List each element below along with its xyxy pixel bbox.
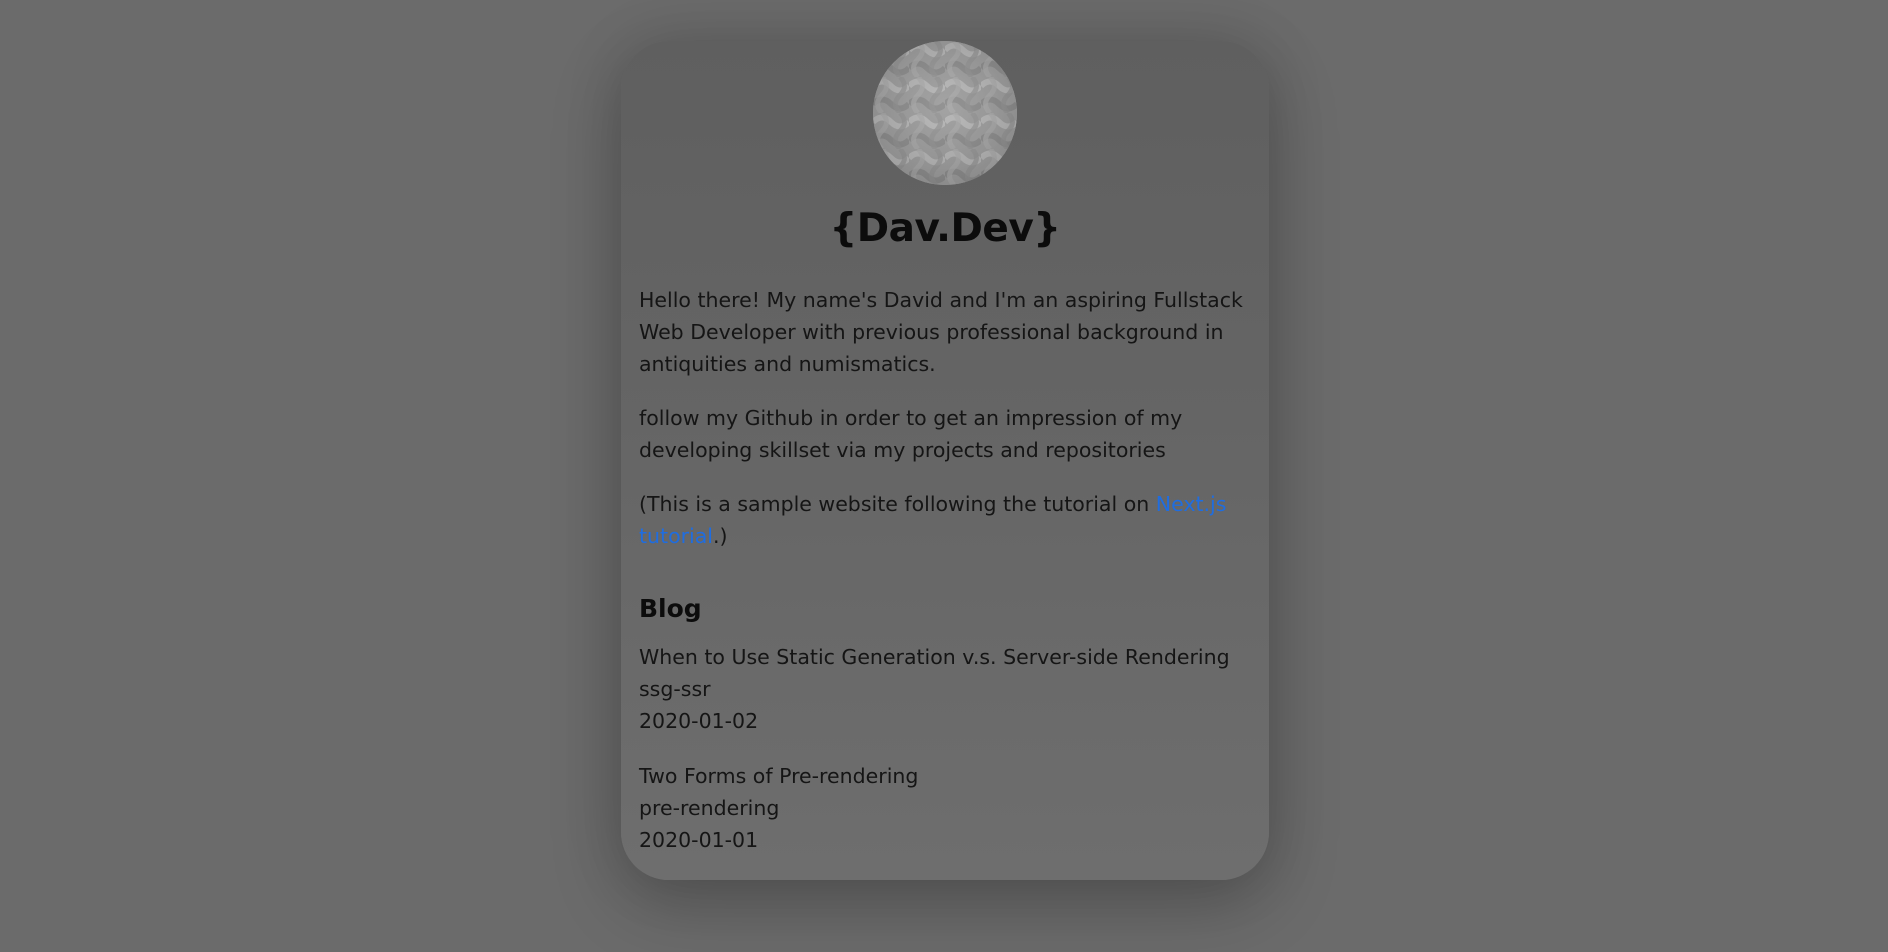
blog-post-list: When to Use Static Generation v.s. Serve… bbox=[639, 641, 1251, 856]
list-item[interactable]: Two Forms of Pre-rendering pre-rendering… bbox=[639, 760, 1251, 856]
blog-heading: Blog bbox=[639, 593, 702, 623]
post-title[interactable]: Two Forms of Pre-rendering bbox=[639, 760, 1251, 792]
post-id: pre-rendering bbox=[639, 795, 780, 820]
avatar bbox=[873, 41, 1017, 185]
post-title[interactable]: When to Use Static Generation v.s. Serve… bbox=[639, 641, 1251, 673]
intro-paragraph-about: Hello there! My name's David and I'm an … bbox=[639, 287, 1243, 376]
tutorial-note-prefix: (This is a sample website following the … bbox=[639, 491, 1156, 516]
post-date: 2020-01-02 bbox=[639, 708, 759, 733]
list-item[interactable]: When to Use Static Generation v.s. Serve… bbox=[639, 641, 1251, 737]
intro-section: Hello there! My name's David and I'm an … bbox=[639, 284, 1251, 552]
tutorial-note-suffix: .) bbox=[713, 523, 728, 548]
intro-paragraph-github: follow my Github in order to get an impr… bbox=[639, 405, 1183, 462]
woven-pattern-avatar-icon bbox=[873, 41, 1017, 185]
intro-paragraph-tutorial: (This is a sample website following the … bbox=[639, 488, 1251, 552]
profile-card: {Dav.Dev} Hello there! My name's David a… bbox=[621, 41, 1269, 880]
post-id: ssg-ssr bbox=[639, 676, 711, 701]
site-title: {Dav.Dev} bbox=[829, 206, 1061, 251]
post-date: 2020-01-01 bbox=[639, 827, 759, 852]
